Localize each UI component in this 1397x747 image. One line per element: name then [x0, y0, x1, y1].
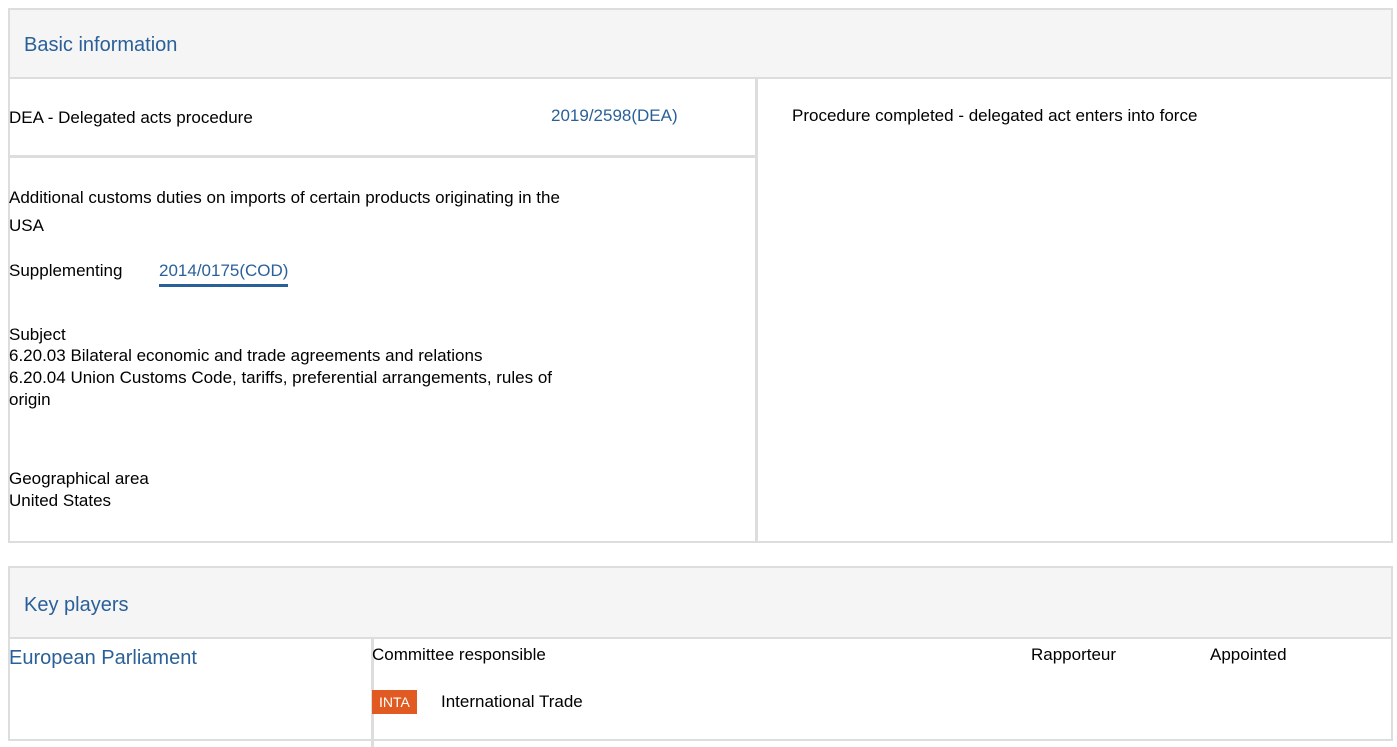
committee-badge: INTA — [372, 690, 417, 714]
key-players-title: Key players — [24, 594, 129, 616]
geographical-area-value: United States — [9, 491, 112, 510]
subject-item: origin — [9, 390, 51, 409]
geographical-area-label: Geographical area — [9, 469, 149, 488]
committee-responsible-header: Committee responsible — [372, 645, 546, 664]
basic-information-title: Basic information — [24, 34, 178, 56]
subject-label: Subject — [9, 325, 66, 344]
procedure-type: DEA - Delegated acts procedure — [9, 108, 253, 127]
subject-item: 6.20.04 Union Customs Code, tariffs, pre… — [9, 368, 553, 387]
row-divider — [10, 155, 755, 158]
rapporteur-header: Rapporteur — [1031, 645, 1117, 664]
supplementing-label: Supplementing — [9, 261, 123, 280]
key-players-header: Key players — [10, 568, 1391, 639]
institution-link[interactable]: European Parliament — [9, 646, 197, 670]
procedure-description-line1: Additional customs duties on imports of … — [9, 188, 560, 207]
committee-name: International Trade — [441, 692, 583, 711]
column-divider — [755, 77, 758, 543]
appointed-header: Appointed — [1210, 645, 1287, 664]
supplementing-link[interactable]: 2014/0175(COD) — [159, 260, 289, 287]
procedure-reference-link[interactable]: 2019/2598(DEA) — [551, 105, 678, 127]
subject-item: 6.20.03 Bilateral economic and trade agr… — [9, 346, 483, 365]
procedure-status: Procedure completed - delegated act ente… — [792, 106, 1198, 125]
procedure-description-line2: USA — [9, 216, 44, 235]
key-players-panel: Key players European Parliament Committe… — [8, 566, 1393, 747]
basic-information-panel: Basic information DEA - Delegated acts p… — [8, 8, 1393, 543]
basic-information-header: Basic information — [10, 10, 1391, 79]
